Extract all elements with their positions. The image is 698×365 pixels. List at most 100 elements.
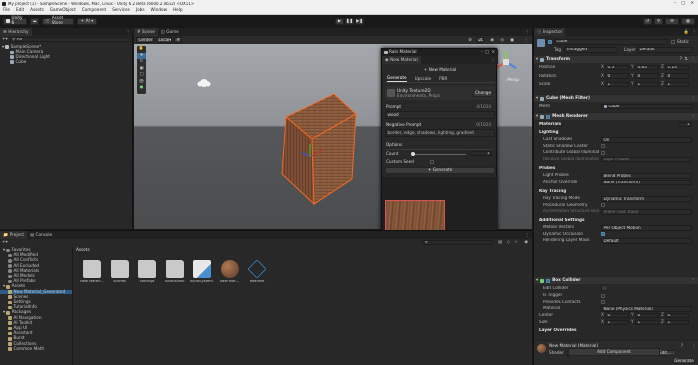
transform-header[interactable]: ▾ Transform ? ⇅ ⋮ [534,55,698,63]
collider-material-field[interactable]: None (Physics Material) [601,306,692,312]
menu-item-edit[interactable]: Edit [16,8,24,13]
close-button[interactable]: ✕ [690,0,694,6]
minimize-button[interactable]: – [481,50,483,55]
asset-item[interactable]: Scenes [108,260,132,284]
transform-scale-z-input[interactable]: 1 [665,81,689,88]
prompt-input[interactable]: wood [385,111,495,119]
static-shadow-caster-checkbox[interactable] [601,144,605,149]
visibility-icon[interactable]: ◎ [500,37,504,43]
tab-game[interactable]: ◫ Game [158,28,182,36]
tab-pbr[interactable]: PBR [439,76,447,82]
collider-center-x-input[interactable]: 0 [605,312,629,319]
active-checkbox[interactable] [548,40,552,44]
lock-icon[interactable]: 🔒 [684,29,689,35]
negative-prompt-input[interactable]: border, edge, shadows, lighting, gradien… [385,129,495,137]
edit-collider-icon[interactable] [601,285,608,291]
transform-position-x-input[interactable]: 0.5 [605,64,629,71]
menu-item-gameobject[interactable]: GameObject [50,8,76,13]
project-tree-item[interactable]: All Materials [0,268,72,274]
menu-item-help[interactable]: Help [173,8,183,13]
project-tree-item[interactable]: All Models [0,273,72,279]
persp-label[interactable]: ‹Persp [506,77,519,83]
provides-contacts-checkbox[interactable] [601,300,605,305]
more-options-icon[interactable]: ⋮ [525,29,529,35]
asset-item[interactable]: Readme [245,259,269,284]
help-icon[interactable]: ? [680,57,682,62]
project-tree-item[interactable]: Common Math [0,346,72,352]
menu-item-assets[interactable]: Assets [30,8,44,13]
filter-type-icon[interactable]: ▤ [498,240,502,245]
asset-item[interactable]: TutorialInfo [163,260,187,284]
menu-item-jobs[interactable]: Jobs [136,8,145,13]
close-button[interactable]: ✕ [491,50,495,55]
contribute-gi-checkbox[interactable] [601,150,605,155]
collider-size-z-input[interactable]: 1 [665,319,689,326]
project-search-input[interactable]: ⚲ [422,239,492,246]
transform-rotation-y-input[interactable]: 0 [635,73,659,79]
transform-scale-y-input[interactable]: 1 [635,81,659,88]
more-options-icon[interactable]: ⋮ [692,29,696,35]
project-tree-item[interactable]: All Prefabs [0,279,72,284]
tag-dropdown[interactable]: Untagged [564,47,618,53]
more-options-icon[interactable]: ⋮ [691,57,695,62]
more-options-icon[interactable]: ⋮ [691,278,695,283]
help-icon[interactable]: ? [681,343,683,349]
tab-hierarchy[interactable]: ☰ Hierarchy [0,28,32,36]
transform-scale-x-input[interactable]: 1 [605,81,629,88]
play-button[interactable]: ▶ [335,17,344,25]
asset-store-button[interactable]: 🛒 Asset Store [42,16,74,25]
pivot-local-dropdown[interactable]: Local ▾ [156,37,172,43]
project-tree-item[interactable]: App UI [0,325,72,331]
maximize-button[interactable]: □ [681,0,685,6]
asset-item[interactable]: New Mat... [218,260,242,284]
add-component-button[interactable]: Add Component [568,348,660,356]
tab-new-material[interactable]: ◉ New Material [382,56,421,64]
cast-shadows-field[interactable]: On [601,137,692,143]
gizmos-icon[interactable]: ◉ [490,37,494,43]
project-tree-item[interactable]: AI Toolkit [0,320,72,326]
materials-count-input[interactable]: 1 [678,121,692,127]
dynamic-occlusion-checkbox[interactable] [601,232,605,237]
transform-position-y-input[interactable]: 0.65 [635,64,659,71]
layers-button[interactable]: ☰ [665,17,679,25]
search-button[interactable]: ⚲ [654,17,663,25]
camera-icon[interactable]: ▣ [510,37,514,43]
transform-position-z-input[interactable]: 1.23 [665,64,689,71]
project-tree-item[interactable]: Burst [0,336,72,341]
layout-button[interactable]: ▦ [681,17,695,25]
transform-rotation-z-input[interactable]: 0 [665,73,689,79]
count-input[interactable]: 1 [470,150,492,156]
tab-generate[interactable]: Generate [387,75,407,83]
collider-size-x-input[interactable]: 1 [605,319,629,326]
2d-toggle[interactable]: 2D [476,37,484,43]
menu-item-file[interactable]: File [3,8,10,13]
mesh-renderer-enabled-checkbox[interactable] [546,114,551,119]
static-checkbox[interactable] [671,40,675,44]
history-button[interactable]: ↺ [643,17,652,25]
box-collider-header[interactable]: ▾ Box Collider ⋮ [534,276,698,284]
pause-button[interactable]: ❚❚ [345,17,354,25]
project-tree-item[interactable]: Scenes [0,294,72,300]
ai-button[interactable]: ✦ AI ▾ [77,17,97,25]
more-options-icon[interactable]: ⋮ [691,114,695,119]
view-options-icon[interactable]: ⚙ [468,37,472,43]
pivot-center-dropdown[interactable]: Center▾ [136,37,154,43]
ray-tracing-mode-field[interactable]: Dynamic Transform [601,196,692,202]
project-tree-item[interactable]: New Material_Generated [0,289,72,295]
procedural-geometry-checkbox[interactable] [601,203,605,208]
breadcrumb[interactable]: Assets [76,247,90,253]
cloud-button[interactable]: ☁ [30,17,39,25]
more-options-icon[interactable]: ⋮ [525,232,529,238]
maximize-button[interactable]: □ [485,50,489,55]
motion-vectors-field[interactable]: Per Object Motion [601,225,692,231]
collider-size-y-input[interactable]: 1 [635,319,659,326]
hierarchy-search-input[interactable]: ⚲ All [9,36,131,43]
is-trigger-checkbox[interactable] [601,293,605,298]
object-name-input[interactable]: Cube [554,39,668,45]
count-slider[interactable] [410,152,466,156]
collider-center-y-input[interactable]: 0 [635,312,659,319]
account-button[interactable]: Unity 6 [3,16,27,25]
light-probes-field[interactable]: Blend Probes [601,173,692,179]
collider-center-z-input[interactable]: 0 [665,312,689,319]
tab-upscale[interactable]: Upscale [415,76,432,82]
